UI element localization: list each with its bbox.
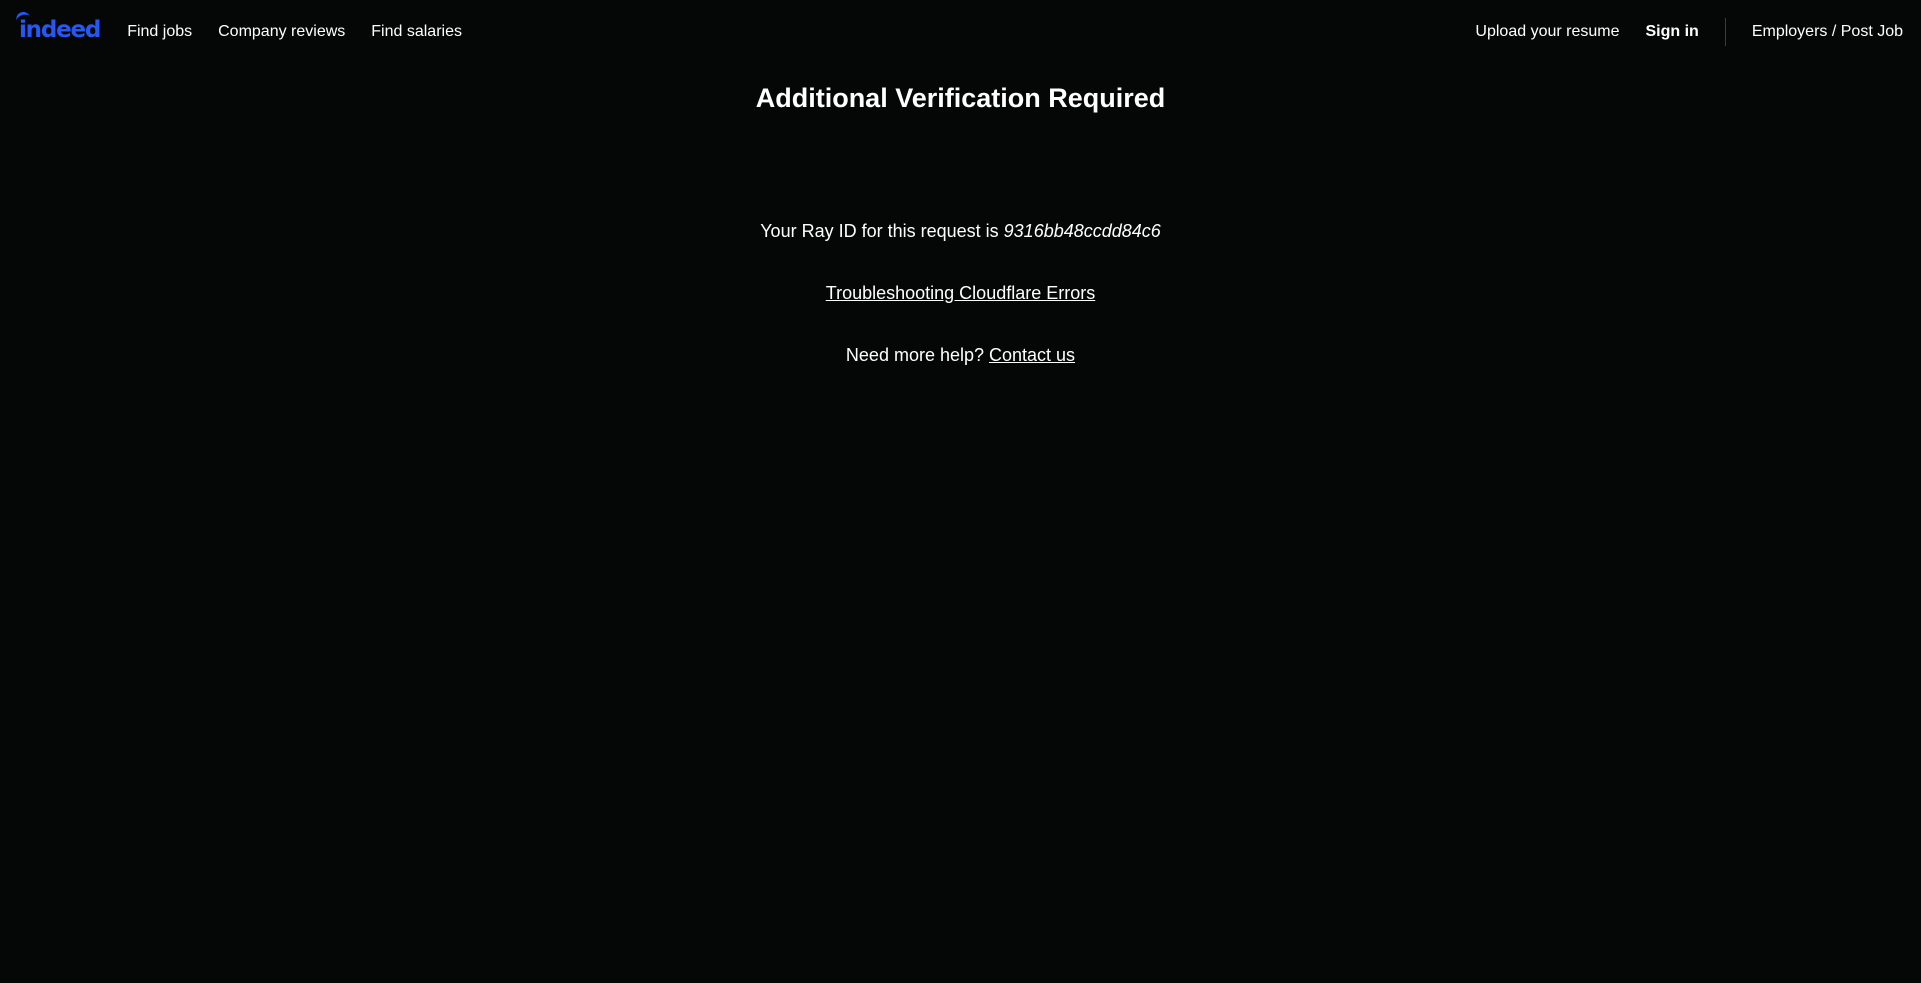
employers-post-job-link[interactable]: Employers / Post Job — [1752, 23, 1903, 41]
main-content: Additional Verification Required Your Ra… — [0, 64, 1921, 366]
company-reviews-link[interactable]: Company reviews — [218, 23, 345, 41]
nav-right: Upload your resume Sign in Employers / P… — [1475, 18, 1903, 46]
ray-id-value: 9316bb48ccdd84c6 — [1003, 221, 1161, 241]
help-prefix: Need more help? — [845, 345, 990, 365]
indeed-logo-text: indeed — [14, 10, 101, 43]
troubleshooting-link[interactable]: Troubleshooting Cloudflare Errors — [826, 283, 1095, 303]
troubleshooting-line: Troubleshooting Cloudflare Errors — [0, 282, 1921, 304]
ray-id-prefix: Your Ray ID for this request is — [760, 221, 1004, 241]
nav-left: indeed Find jobs Company reviews Find sa… — [14, 10, 488, 45]
ray-id-line: Your Ray ID for this request is 9316bb48… — [0, 220, 1921, 242]
help-line: Need more help? Contact us — [0, 344, 1921, 366]
sign-in-link[interactable]: Sign in — [1646, 23, 1699, 41]
find-jobs-link[interactable]: Find jobs — [127, 23, 192, 41]
top-navigation-bar: indeed Find jobs Company reviews Find sa… — [0, 0, 1921, 64]
nav-divider — [1724, 18, 1726, 46]
indeed-logo[interactable]: indeed — [14, 10, 101, 43]
upload-resume-link[interactable]: Upload your resume — [1475, 23, 1619, 41]
page-title: Additional Verification Required — [755, 83, 1166, 113]
contact-us-link[interactable]: Contact us — [989, 345, 1075, 365]
find-salaries-link[interactable]: Find salaries — [371, 23, 462, 41]
